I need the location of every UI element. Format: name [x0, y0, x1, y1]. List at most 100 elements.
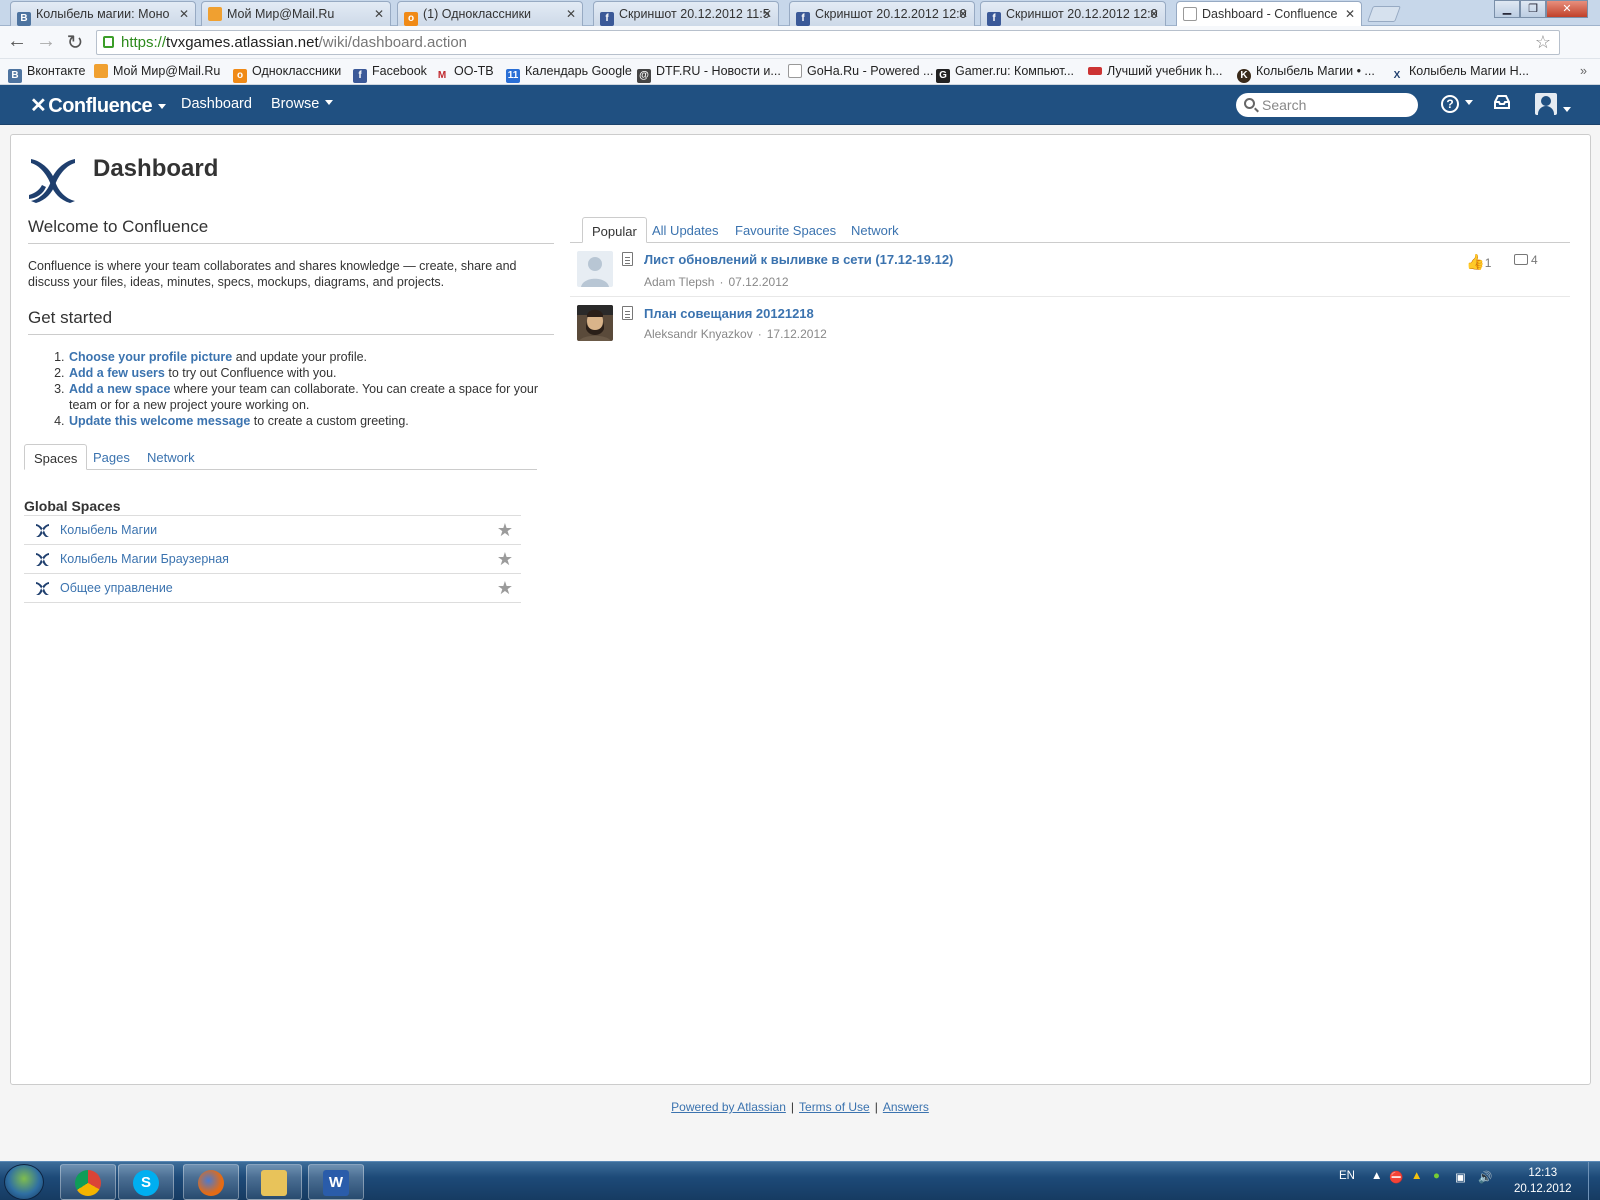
windows-taskbar: S W EN ▲ ⛔ ▲ ● ▣ 🔊 12:13 20.12.2012 [0, 1161, 1600, 1200]
volume-icon[interactable]: 🔊 [1478, 1170, 1492, 1184]
new-tab-button[interactable] [1367, 6, 1401, 22]
taskbar-chrome[interactable] [60, 1164, 116, 1200]
bookmark-item[interactable]: K Колыбель Магии • ... [1237, 64, 1375, 83]
author-link[interactable]: Adam Tlepsh [644, 275, 714, 289]
search-input[interactable]: Search [1236, 93, 1418, 117]
bookmark-item[interactable]: Лучший учебник h... [1088, 64, 1223, 78]
window-close-icon[interactable]: ✕ [1546, 0, 1588, 18]
bookmark-item[interactable]: о Одноклассники [233, 64, 341, 83]
taskbar-skype[interactable]: S [118, 1164, 174, 1200]
help-menu[interactable]: ? [1441, 93, 1473, 113]
terms-of-use-link[interactable]: Terms of Use [799, 1100, 870, 1114]
add-users-link[interactable]: Add a few users [69, 366, 165, 380]
likes-count[interactable]: 👍1 [1466, 253, 1491, 271]
favourite-star-icon[interactable]: ★ [497, 549, 513, 570]
choose-profile-picture-link[interactable]: Choose your profile picture [69, 350, 232, 364]
bookmarks-overflow-icon[interactable]: » [1580, 64, 1587, 78]
confluence-header: ✕ Confluence Dashboard Browse Search ? [0, 85, 1600, 125]
browser-tab[interactable]: f Скриншот 20.12.2012 11:5 ✕ [593, 1, 779, 26]
nav-browse[interactable]: Browse [271, 96, 334, 112]
show-hidden-icons-icon[interactable]: ▲ [1371, 1170, 1382, 1182]
close-tab-icon[interactable]: ✕ [566, 7, 576, 21]
bookmark-item[interactable]: X Колыбель Магии Н... [1390, 64, 1529, 83]
author-link[interactable]: Aleksandr Knyazkov [644, 327, 753, 341]
comments-count[interactable]: 4 [1514, 253, 1538, 267]
show-desktop-button[interactable] [1588, 1162, 1600, 1200]
notifications-icon[interactable] [1493, 94, 1511, 115]
taskbar-explorer[interactable] [246, 1164, 302, 1200]
bookmark-item[interactable]: В Вконтакте [8, 64, 85, 83]
browser-tab[interactable]: В Колыбель магии: Моно ✕ [10, 1, 196, 26]
favourite-star-icon[interactable]: ★ [497, 578, 513, 599]
browser-tab-active[interactable]: Dashboard - Confluence ✕ [1176, 1, 1362, 27]
bookmark-item[interactable]: G Gamer.ru: Компьют... [936, 64, 1074, 83]
browser-tab[interactable]: f Скриншот 20.12.2012 12:0 ✕ [980, 1, 1166, 26]
tab-popular[interactable]: Popular [582, 217, 647, 243]
tab-spaces[interactable]: Spaces [24, 444, 88, 470]
tray-app-icon[interactable]: ● [1433, 1170, 1440, 1182]
close-tab-icon[interactable]: ✕ [1345, 7, 1355, 21]
reload-icon[interactable]: ↻ [62, 30, 88, 55]
activity-column: Popular All Updates Favourite Spaces Net… [570, 217, 1570, 351]
list-item: Колыбель Магии Браузерная ★ [24, 545, 521, 574]
close-tab-icon[interactable]: ✕ [374, 7, 384, 21]
google-calendar-icon: 11 [506, 69, 520, 83]
powered-by-atlassian-link[interactable]: Powered by Atlassian [671, 1100, 786, 1114]
taskbar-word[interactable]: W [308, 1164, 364, 1200]
bookmark-item[interactable]: @ DTF.RU - Новости и... [637, 64, 781, 83]
tab-title: Скриншот 20.12.2012 12:0 [1006, 7, 1158, 21]
close-tab-icon[interactable]: ✕ [179, 7, 189, 21]
maximize-icon[interactable]: ❐ [1520, 0, 1546, 18]
close-tab-icon[interactable]: ✕ [762, 7, 772, 21]
bookmark-star-icon[interactable]: ☆ [1535, 32, 1551, 53]
confluence-logo-menu[interactable]: ✕ Confluence [30, 93, 167, 118]
start-button[interactable] [4, 1164, 44, 1200]
chevron-down-icon [1465, 100, 1473, 105]
tray-app-icon[interactable]: ⛔ [1389, 1170, 1403, 1184]
back-icon[interactable]: ← [4, 30, 30, 53]
bookmark-item[interactable]: GoHa.Ru - Powered ... [788, 64, 933, 78]
tab-favourite-spaces[interactable]: Favourite Spaces [726, 217, 845, 243]
avatar[interactable] [577, 305, 613, 341]
address-bar[interactable]: https://tvxgames.atlassian.net/wiki/dash… [96, 30, 1560, 55]
bookmark-item[interactable]: 11 Календарь Google [506, 64, 632, 83]
forward-icon[interactable]: → [33, 30, 59, 53]
feed-item-title[interactable]: План совещания 20121218 [644, 306, 814, 321]
bookmark-item[interactable]: Мой Мир@Mail.Ru [94, 64, 220, 78]
space-link[interactable]: Колыбель Магии [60, 523, 157, 537]
minimize-icon[interactable]: ▁ [1494, 0, 1520, 18]
space-link[interactable]: Колыбель Магии Браузерная [60, 552, 229, 566]
update-welcome-link[interactable]: Update this welcome message [69, 414, 250, 428]
list-item: Choose your profile picture and update y… [68, 349, 554, 365]
system-clock[interactable]: 12:13 20.12.2012 [1514, 1165, 1572, 1197]
bookmark-label: Одноклассники [252, 64, 342, 78]
avatar[interactable] [577, 251, 613, 287]
browser-tab[interactable]: о (1) Одноклассники ✕ [397, 1, 583, 26]
taskbar-firefox[interactable] [183, 1164, 239, 1200]
bookmark-item[interactable]: f Facebook [353, 64, 427, 83]
tab-network[interactable]: Network [138, 444, 204, 470]
bookmark-label: Лучший учебник h... [1107, 64, 1223, 78]
feed-date: 17.12.2012 [766, 327, 827, 341]
tab-all-updates[interactable]: All Updates [643, 217, 727, 243]
tab-network[interactable]: Network [842, 217, 908, 243]
feed-item-title[interactable]: Лист обновлений к выливке в сети (17.12-… [644, 252, 953, 267]
page-title: Dashboard [93, 155, 219, 182]
nav-dashboard[interactable]: Dashboard [181, 96, 252, 112]
browser-tab[interactable]: f Скриншот 20.12.2012 12:0 ✕ [789, 1, 975, 26]
tab-pages[interactable]: Pages [84, 444, 139, 470]
bookmark-label: ОО-ТВ [454, 64, 494, 78]
browser-tab[interactable]: Мой Мир@Mail.Ru ✕ [201, 1, 391, 26]
gamer-ru-icon: G [936, 69, 950, 83]
network-icon[interactable]: ▣ [1455, 1170, 1466, 1184]
bookmark-item[interactable]: M ОО-ТВ [435, 64, 494, 83]
favourite-star-icon[interactable]: ★ [497, 520, 513, 541]
answers-link[interactable]: Answers [883, 1100, 929, 1114]
user-menu[interactable] [1535, 93, 1571, 120]
google-drive-icon[interactable]: ▲ [1411, 1170, 1422, 1182]
close-tab-icon[interactable]: ✕ [1149, 7, 1159, 21]
add-space-link[interactable]: Add a new space [69, 382, 170, 396]
close-tab-icon[interactable]: ✕ [958, 7, 968, 21]
space-link[interactable]: Общее управление [60, 581, 173, 595]
language-indicator[interactable]: EN [1339, 1170, 1355, 1182]
